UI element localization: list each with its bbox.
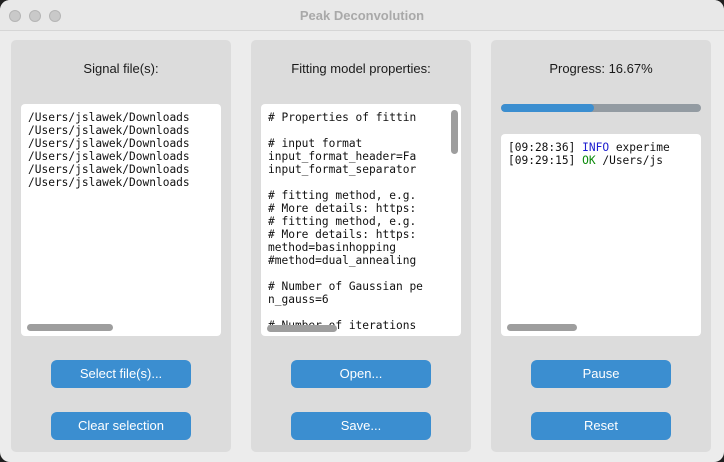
app-window: Peak Deconvolution Signal file(s): /User…	[0, 0, 724, 462]
fitting-model-panel: Fitting model properties: # Properties o…	[251, 40, 471, 452]
log-hscrollbar[interactable]	[507, 324, 577, 331]
fitting-model-line: # input format	[268, 137, 363, 150]
fitting-model-vscrollbar[interactable]	[451, 110, 458, 154]
log-level: INFO	[582, 141, 610, 154]
fitting-model-editor[interactable]: # Properties of fittin # input format inp…	[261, 104, 461, 336]
log-entry: [09:28:36] INFO experime	[508, 141, 670, 154]
fitting-model-line: # Properties of fittin	[268, 111, 417, 124]
log-message: experime	[615, 141, 670, 154]
fitting-model-line: input_format_header=Fa	[268, 150, 417, 163]
progress-bar-fill	[501, 104, 594, 112]
save-button[interactable]: Save...	[291, 412, 431, 440]
log-textbox[interactable]: [09:28:36] INFO experime [09:29:15] OK /U…	[501, 134, 701, 336]
fitting-model-hscrollbar[interactable]	[267, 325, 337, 332]
signal-file-item: /Users/jslawek/Downloads	[28, 163, 190, 176]
window-title: Peak Deconvolution	[299, 8, 425, 23]
log-level: OK	[582, 154, 596, 167]
signal-files-textbox[interactable]: /Users/jslawek/Downloads/Users/jslawek/D…	[21, 104, 221, 336]
fitting-model-line: #method=dual_annealing	[268, 254, 417, 267]
log-time: [09:29:15]	[508, 154, 576, 167]
fitting-model-line: # More details: https:	[268, 202, 417, 215]
log-message: /Users/js	[602, 154, 663, 167]
pause-button[interactable]: Pause	[531, 360, 671, 388]
signal-file-item: /Users/jslawek/Downloads	[28, 111, 190, 124]
progress-panel: Progress: 16.67% [09:28:36] INFO experim…	[491, 40, 711, 452]
signal-files-panel: Signal file(s): /Users/jslawek/Downloads…	[11, 40, 231, 452]
signal-files-title: Signal file(s):	[83, 61, 159, 76]
fitting-model-line	[268, 176, 423, 189]
log-time: [09:28:36]	[508, 141, 576, 154]
fitting-model-line: method=basinhopping	[268, 241, 396, 254]
open-button[interactable]: Open...	[291, 360, 431, 388]
fitting-model-line: # fitting method, e.g.	[268, 215, 417, 228]
fitting-model-line: input_format_separator	[268, 163, 417, 176]
fitting-model-line	[268, 124, 423, 137]
signal-file-item: /Users/jslawek/Downloads	[28, 137, 190, 150]
title-bar: Peak Deconvolution	[0, 0, 724, 31]
fitting-model-line: # Number of Gaussian pe	[268, 280, 423, 293]
signal-file-item: /Users/jslawek/Downloads	[28, 124, 190, 137]
fitting-model-line: n_gauss=6	[268, 293, 329, 306]
log-entry: [09:29:15] OK /Users/js	[508, 154, 670, 167]
fitting-model-title: Fitting model properties:	[291, 61, 431, 76]
progress-bar	[501, 104, 701, 112]
signal-files-hscrollbar[interactable]	[27, 324, 113, 331]
signal-files-list: /Users/jslawek/Downloads/Users/jslawek/D…	[28, 111, 190, 189]
fitting-model-text: # Properties of fittin # input format inp…	[268, 111, 423, 332]
progress-title: Progress: 16.67%	[549, 61, 653, 76]
fitting-model-line: # fitting method, e.g.	[268, 189, 417, 202]
clear-selection-button[interactable]: Clear selection	[51, 412, 191, 440]
log-text: [09:28:36] INFO experime [09:29:15] OK /U…	[508, 141, 670, 167]
fitting-model-line: # More details: https:	[268, 228, 417, 241]
fitting-model-line	[268, 267, 423, 280]
fitting-model-line	[268, 306, 423, 319]
reset-button[interactable]: Reset	[531, 412, 671, 440]
select-files-button[interactable]: Select file(s)...	[51, 360, 191, 388]
signal-file-item: /Users/jslawek/Downloads	[28, 150, 190, 163]
signal-file-item: /Users/jslawek/Downloads	[28, 176, 190, 189]
